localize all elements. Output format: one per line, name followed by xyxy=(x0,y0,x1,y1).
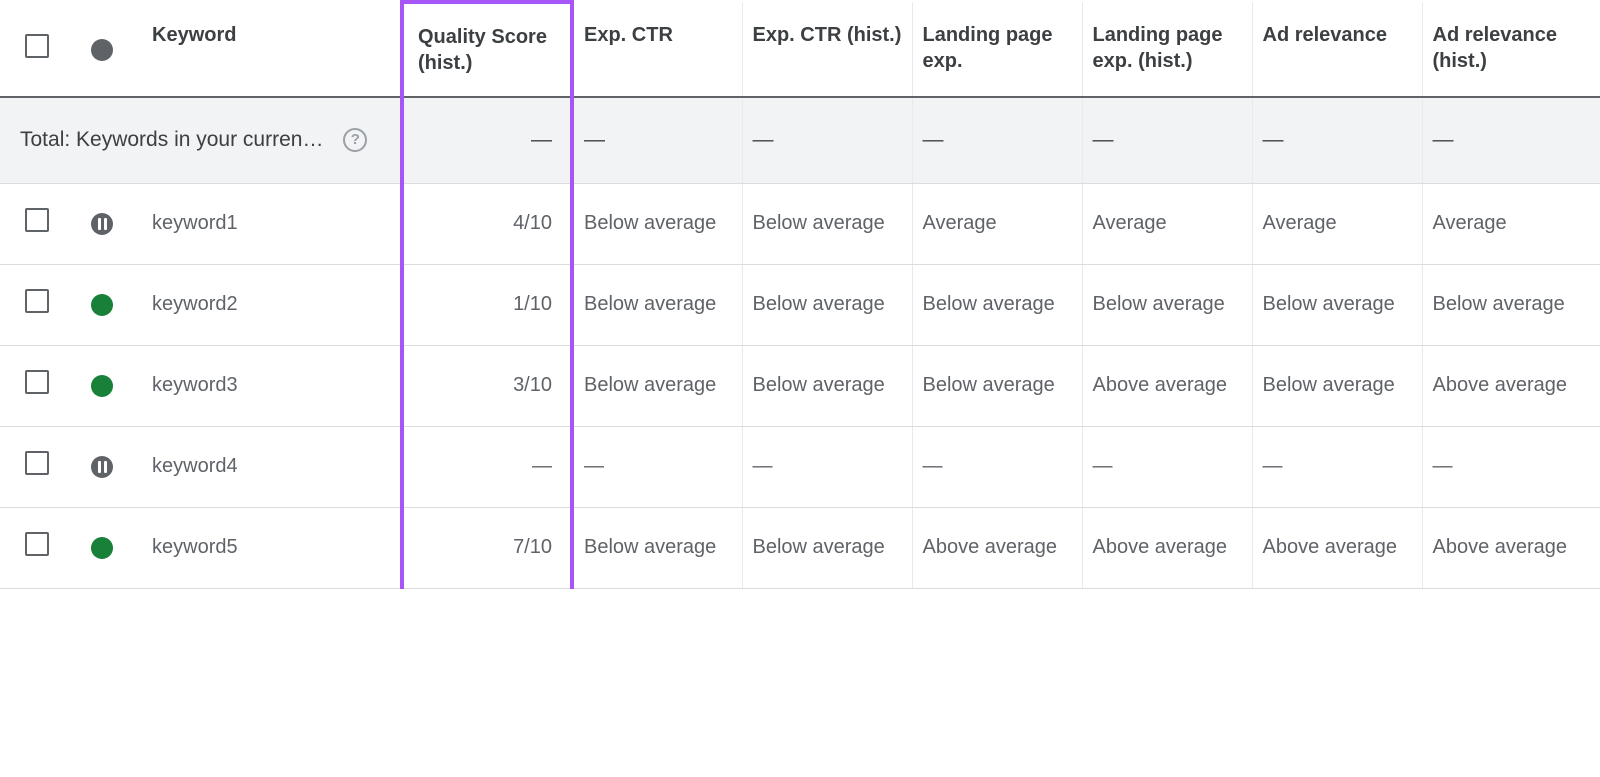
table-row: keyword1 4/10 Below average Below averag… xyxy=(0,183,1600,264)
lp-exp-cell: Below average xyxy=(912,345,1082,426)
keywords-table: Keyword Quality Score (hist.) Exp. CTR E… xyxy=(0,0,1600,589)
ad-rel-cell: Below average xyxy=(1252,264,1422,345)
qs-cell: 1/10 xyxy=(402,264,572,345)
ad-rel-hist-cell: Below average xyxy=(1422,264,1600,345)
lp-exp-cell: Above average xyxy=(912,507,1082,588)
table-row: keyword4 — — — — — — — xyxy=(0,426,1600,507)
table-row: keyword3 3/10 Below average Below averag… xyxy=(0,345,1600,426)
ad-rel-cell: — xyxy=(1252,426,1422,507)
keyword-header[interactable]: Keyword xyxy=(142,2,402,97)
row-checkbox[interactable] xyxy=(25,451,49,475)
lp-exp-cell: — xyxy=(912,426,1082,507)
table-header-row: Keyword Quality Score (hist.) Exp. CTR E… xyxy=(0,2,1600,97)
exp-ctr-hist-header[interactable]: Exp. CTR (hist.) xyxy=(742,2,912,97)
summary-qs: — xyxy=(402,97,572,183)
lp-exp-hist-cell: — xyxy=(1082,426,1252,507)
qs-cell: — xyxy=(402,426,572,507)
exp-ctr-cell: Below average xyxy=(572,345,742,426)
summary-ad-rel: — xyxy=(1252,97,1422,183)
lp-exp-hist-cell: Below average xyxy=(1082,264,1252,345)
qs-cell: 7/10 xyxy=(402,507,572,588)
summary-label: Total: Keywords in your curren… xyxy=(20,126,323,154)
ad-rel-hist-cell: Average xyxy=(1422,183,1600,264)
select-all-header[interactable] xyxy=(0,2,62,97)
exp-ctr-hist-cell: Below average xyxy=(742,264,912,345)
summary-exp-ctr-hist: — xyxy=(742,97,912,183)
keyword-cell[interactable]: keyword2 xyxy=(142,264,402,345)
summary-ad-rel-hist: — xyxy=(1422,97,1600,183)
ad-rel-cell: Average xyxy=(1252,183,1422,264)
lp-exp-cell: Average xyxy=(912,183,1082,264)
qs-cell: 4/10 xyxy=(402,183,572,264)
status-header[interactable] xyxy=(62,2,142,97)
exp-ctr-hist-cell: — xyxy=(742,426,912,507)
status-paused-icon[interactable] xyxy=(91,456,113,478)
keyword-cell[interactable]: keyword4 xyxy=(142,426,402,507)
row-checkbox[interactable] xyxy=(25,208,49,232)
status-enabled-icon[interactable] xyxy=(91,294,113,316)
ad-relevance-header[interactable]: Ad relevance xyxy=(1252,2,1422,97)
help-icon[interactable]: ? xyxy=(343,128,367,152)
exp-ctr-header[interactable]: Exp. CTR xyxy=(572,2,742,97)
landing-page-exp-hist-header[interactable]: Landing page exp. (hist.) xyxy=(1082,2,1252,97)
landing-page-exp-header[interactable]: Landing page exp. xyxy=(912,2,1082,97)
ad-rel-hist-cell: Above average xyxy=(1422,507,1600,588)
exp-ctr-hist-cell: Below average xyxy=(742,183,912,264)
summary-lp-exp: — xyxy=(912,97,1082,183)
quality-score-hist-header[interactable]: Quality Score (hist.) xyxy=(402,2,572,97)
exp-ctr-cell: Below average xyxy=(572,507,742,588)
row-checkbox[interactable] xyxy=(25,289,49,313)
exp-ctr-cell: Below average xyxy=(572,264,742,345)
qs-cell: 3/10 xyxy=(402,345,572,426)
ad-rel-hist-cell: Above average xyxy=(1422,345,1600,426)
summary-exp-ctr: — xyxy=(572,97,742,183)
ad-rel-hist-cell: — xyxy=(1422,426,1600,507)
ad-rel-cell: Above average xyxy=(1252,507,1422,588)
status-paused-icon[interactable] xyxy=(91,213,113,235)
keyword-cell[interactable]: keyword1 xyxy=(142,183,402,264)
ad-rel-cell: Below average xyxy=(1252,345,1422,426)
summary-row: Total: Keywords in your curren… ? — — — … xyxy=(0,97,1600,183)
exp-ctr-hist-cell: Below average xyxy=(742,345,912,426)
keyword-cell[interactable]: keyword5 xyxy=(142,507,402,588)
status-enabled-icon[interactable] xyxy=(91,375,113,397)
table-row: keyword2 1/10 Below average Below averag… xyxy=(0,264,1600,345)
table-row: keyword5 7/10 Below average Below averag… xyxy=(0,507,1600,588)
lp-exp-hist-cell: Above average xyxy=(1082,507,1252,588)
status-enabled-icon[interactable] xyxy=(91,537,113,559)
lp-exp-hist-cell: Above average xyxy=(1082,345,1252,426)
keyword-cell[interactable]: keyword3 xyxy=(142,345,402,426)
summary-lp-exp-hist: — xyxy=(1082,97,1252,183)
exp-ctr-hist-cell: Below average xyxy=(742,507,912,588)
row-checkbox[interactable] xyxy=(25,370,49,394)
lp-exp-cell: Below average xyxy=(912,264,1082,345)
row-checkbox[interactable] xyxy=(25,532,49,556)
ad-relevance-hist-header[interactable]: Ad relevance (hist.) xyxy=(1422,2,1600,97)
checkbox-icon[interactable] xyxy=(25,34,49,58)
lp-exp-hist-cell: Average xyxy=(1082,183,1252,264)
exp-ctr-cell: — xyxy=(572,426,742,507)
status-dot-icon xyxy=(91,39,113,61)
exp-ctr-cell: Below average xyxy=(572,183,742,264)
